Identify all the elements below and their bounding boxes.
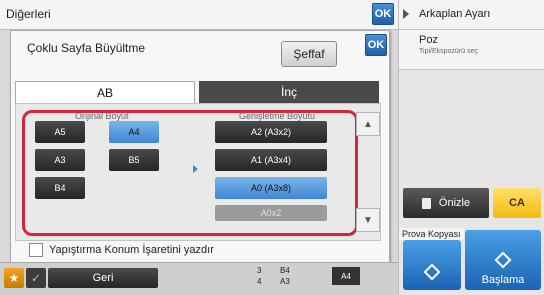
dialog-title: Çoklu Sayfa Büyültme xyxy=(27,41,146,55)
double-chevron-down-icon: ▼ xyxy=(363,214,373,226)
paste-mark-checkbox-row[interactable]: Yapıştırma Konum İşaretini yazdır xyxy=(29,241,214,259)
arrow-right-icon xyxy=(193,165,198,173)
multi-page-enlargement-dialog: Çoklu Sayfa Büyültme OK Şeffaf AB İnç Or… xyxy=(10,30,390,270)
transparent-button[interactable]: Şeffaf xyxy=(281,41,337,67)
info-row2-left: 4 xyxy=(257,277,262,286)
play-arrow-icon xyxy=(403,9,409,19)
enlarged-size-a0[interactable]: A0 (A3x8) xyxy=(215,177,327,199)
checkmark-icon[interactable]: ✓ xyxy=(26,268,46,288)
enlarged-size-label: Genişletme Boyutu xyxy=(239,111,316,121)
back-button[interactable]: Geri xyxy=(48,268,158,288)
exposure-sub-label: Tipi/Ekspozürü seç xyxy=(419,48,478,55)
exposure-row[interactable]: Poz Tipi/Ekspozürü seç xyxy=(399,30,544,70)
double-chevron-up-icon: ▲ xyxy=(363,118,373,130)
start-button[interactable]: Başlama xyxy=(465,230,541,290)
original-size-a5[interactable]: A5 xyxy=(35,121,85,143)
background-setting-row[interactable]: Arkaplan Ayarı xyxy=(399,0,544,30)
original-size-label: Orijinal Boyut xyxy=(75,111,129,121)
paste-mark-label: Yapıştırma Konum İşaretini yazdır xyxy=(49,244,214,256)
size-selection-panel: Orijinal Boyut Genişletme Boyutu A5 A4 A… xyxy=(15,103,381,241)
start-diamond-icon xyxy=(423,263,441,281)
start-label: Başlama xyxy=(481,274,525,286)
right-panel: Arkaplan Ayarı Poz Tipi/Ekspozürü seç Ön… xyxy=(398,0,544,295)
background-setting-label: Arkaplan Ayarı xyxy=(419,8,491,20)
enlarged-size-a2[interactable]: A2 (A3x2) xyxy=(215,121,327,143)
preview-button[interactable]: Önizle xyxy=(403,188,489,218)
favorite-star-icon[interactable]: ★ xyxy=(4,268,24,288)
enlarged-size-a1[interactable]: A1 (A3x4) xyxy=(215,149,327,171)
info-row2-right: A3 xyxy=(280,277,290,286)
tab-ab[interactable]: AB xyxy=(15,81,195,103)
scroll-up-button[interactable]: ▲ xyxy=(356,112,380,136)
info-row1-left: 3 xyxy=(257,266,262,275)
proof-copy-label: Prova Kopyası xyxy=(399,228,464,240)
original-size-b5[interactable]: B5 xyxy=(109,149,159,171)
enlarged-size-a0x2[interactable]: A0x2 xyxy=(215,205,327,221)
page-title: Diğerleri xyxy=(6,7,51,21)
header-ok-button[interactable]: OK xyxy=(372,3,394,25)
preview-label: Önizle xyxy=(438,197,471,209)
scroll-down-button[interactable]: ▼ xyxy=(356,208,380,232)
tab-inch[interactable]: İnç xyxy=(199,81,379,103)
paper-size-badge: A4 xyxy=(332,267,360,285)
start-diamond-icon xyxy=(494,251,512,269)
highlight-frame: Orijinal Boyut Genişletme Boyutu A5 A4 A… xyxy=(22,110,358,236)
original-size-a4[interactable]: A4 xyxy=(109,121,159,143)
original-size-b4[interactable]: B4 xyxy=(35,177,85,199)
info-row1-right: B4 xyxy=(280,266,290,275)
paste-mark-checkbox[interactable] xyxy=(29,243,43,257)
dialog-ok-button[interactable]: OK xyxy=(365,34,387,56)
original-size-a3[interactable]: A3 xyxy=(35,149,85,171)
preview-icon xyxy=(421,197,431,209)
exposure-label: Poz xyxy=(419,34,438,46)
clear-all-button[interactable]: CA xyxy=(493,188,541,218)
proof-copy-button[interactable] xyxy=(403,240,461,290)
